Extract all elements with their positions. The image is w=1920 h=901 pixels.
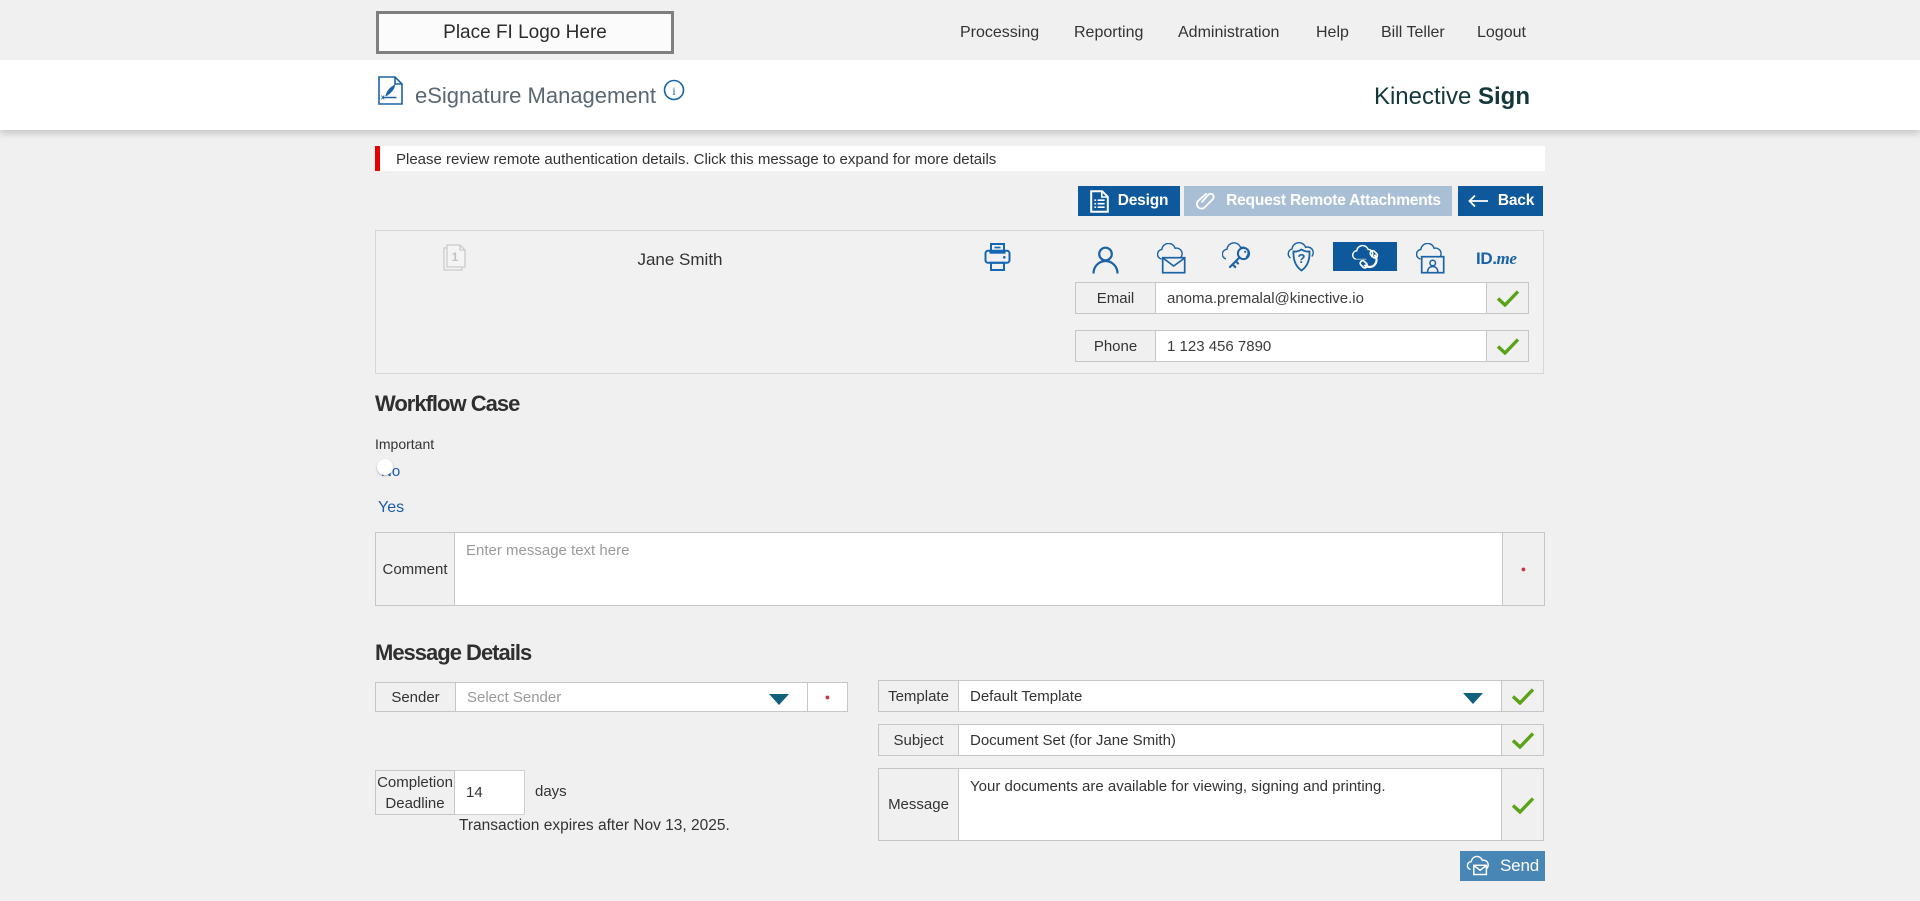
svg-text:?: ? — [1298, 251, 1306, 266]
svg-text:x: x — [381, 95, 385, 102]
svg-text:i: i — [672, 84, 676, 98]
svg-text:1: 1 — [452, 250, 459, 264]
